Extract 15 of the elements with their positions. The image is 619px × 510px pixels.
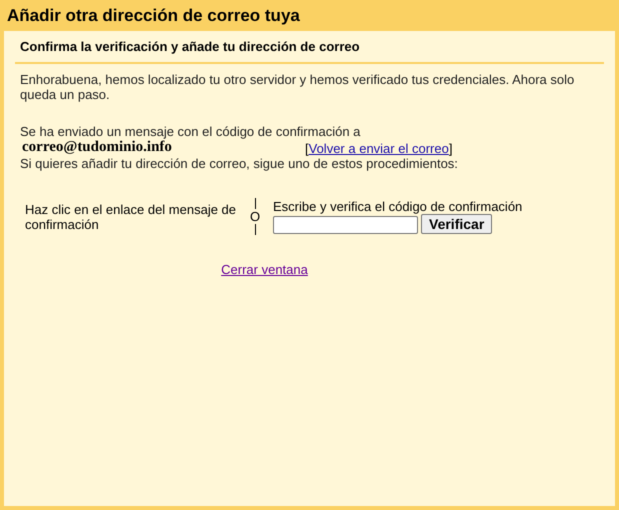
intro-text: Enhorabuena, hemos localizado tu otro servidor y hemos verificado tus credenciales. Ahora solo queda un paso. [20,72,576,102]
bracket: [ [305,141,309,156]
resend-link[interactable]: Volver a enviar el correo [308,141,449,156]
section-title: Confirma la verificación y añade tu dirección de correo [15,31,604,64]
verify-button[interactable]: Verificar [421,214,492,234]
sent-text: Se ha enviado un mensaje con el código de confirmación a [20,124,362,139]
separator-text: O [250,209,260,224]
code-label: Escribe y verifica el código de confirmación [273,199,522,214]
bracket: ] [448,141,452,156]
close-window-link[interactable]: Cerrar ventana [221,262,308,277]
instructions-text: Si quieres añadir tu dirección de correo, sigue uno de estos procedimientos: [20,156,459,171]
window-title: Añadir otra dirección de correo tuya [6,5,301,27]
option-link-text: Haz clic en el enlace del mensaje de confirmación [25,202,238,232]
code-input-field[interactable] [273,216,418,234]
email-address: correo@tudominio.info [21,139,173,156]
